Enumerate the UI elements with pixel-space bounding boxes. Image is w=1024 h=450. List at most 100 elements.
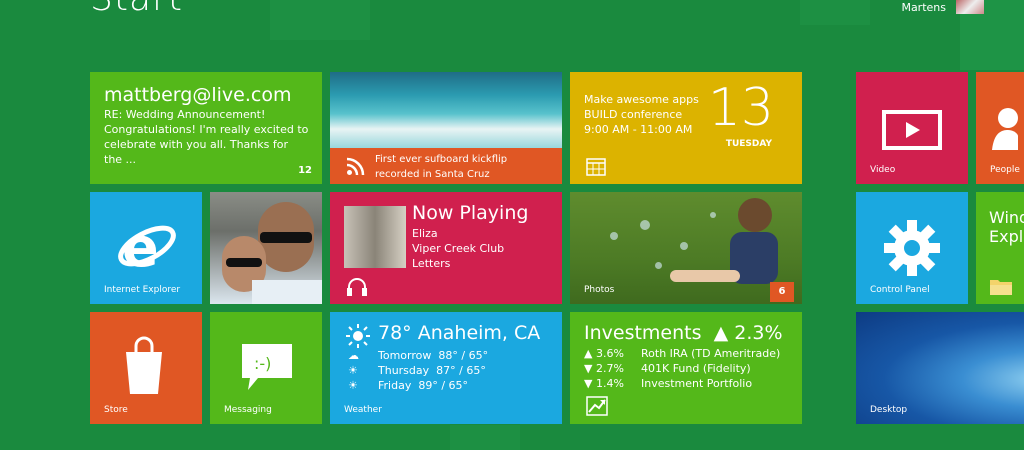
holding-row: ▲ 3.6% Roth IRA (TD Ameritrade) bbox=[584, 347, 780, 360]
mail-preview: Congratulations! I'm really excited to c… bbox=[104, 123, 309, 166]
background-block bbox=[270, 0, 370, 40]
calendar-event-line: Make awesome apps bbox=[584, 93, 699, 106]
holding-name: Investment Portfolio bbox=[641, 377, 753, 390]
user-account[interactable]: Martens bbox=[901, 0, 984, 14]
video-tile[interactable]: Video bbox=[856, 72, 968, 184]
bubble bbox=[655, 262, 662, 269]
forecast-temps: 87° / 65° bbox=[436, 364, 486, 377]
chart-up-icon bbox=[586, 396, 608, 416]
child-legs bbox=[670, 270, 740, 282]
investments-change: ▲ 2.3% bbox=[713, 322, 783, 344]
forecast-temps: 89° / 65° bbox=[418, 379, 469, 392]
speech-bubble-icon: :-) bbox=[242, 344, 292, 390]
news-caption-line: First ever sufboard kickflip bbox=[375, 154, 508, 165]
internet-explorer-tile[interactable]: e Internet Explorer bbox=[90, 192, 202, 304]
child bbox=[738, 198, 772, 232]
store-tile[interactable]: Store bbox=[90, 312, 202, 424]
ie-label: Internet Explorer bbox=[104, 285, 181, 295]
shirt bbox=[252, 280, 322, 304]
people-photo-tile[interactable] bbox=[210, 192, 322, 304]
messaging-tile[interactable]: :-) Messaging bbox=[210, 312, 322, 424]
forecast-day: Friday bbox=[378, 379, 412, 392]
bubble bbox=[610, 232, 618, 240]
shopping-bag-icon bbox=[126, 336, 162, 394]
windows-explorer-label: Wind Explo bbox=[989, 208, 1024, 246]
holding-change: ▼ 1.4% bbox=[584, 377, 624, 390]
sunglasses bbox=[260, 232, 312, 243]
news-caption-line: recorded in Santa Cruz bbox=[375, 169, 490, 180]
photos-label: Photos bbox=[584, 285, 615, 295]
video-label: Video bbox=[870, 165, 896, 175]
holding-change: ▲ 3.6% bbox=[584, 347, 624, 360]
desktop-label: Desktop bbox=[870, 405, 908, 415]
photos-tile[interactable]: Photos 6 bbox=[570, 192, 802, 304]
mail-subject: RE: Wedding Announcement! bbox=[104, 108, 266, 121]
forecast-row: Tomorrow 88° / 65° bbox=[378, 348, 488, 363]
weather-label: Weather bbox=[344, 405, 382, 415]
mail-count-badge: 12 bbox=[298, 165, 312, 176]
surf-photo bbox=[330, 72, 562, 148]
background-block bbox=[450, 425, 520, 450]
people-tile[interactable]: People bbox=[976, 72, 1024, 184]
mail-tile[interactable]: mattberg@live.com RE: Wedding Announceme… bbox=[90, 72, 322, 184]
holding-name: 401K Fund (Fidelity) bbox=[641, 362, 751, 375]
calendar-tile[interactable]: Make awesome apps BUILD conference 9:00 … bbox=[570, 72, 802, 184]
calendar-event-line: 9:00 AM - 11:00 AM bbox=[584, 123, 693, 136]
investments-title: Investments bbox=[584, 322, 702, 344]
control-panel-tile[interactable]: Control Panel bbox=[856, 192, 968, 304]
page-title: Start bbox=[90, 0, 183, 19]
weather-current: 78° Anaheim, CA bbox=[378, 322, 541, 344]
weather-forecast: Tomorrow 88° / 65° Thursday 87° / 65° Fr… bbox=[378, 348, 488, 393]
avatar bbox=[956, 0, 984, 14]
forecast-day: Tomorrow bbox=[378, 349, 432, 362]
bubble bbox=[640, 220, 650, 230]
cloud-icon: ☁ bbox=[348, 349, 359, 362]
windows-explorer-label-line: Explo bbox=[989, 227, 1024, 246]
news-tile[interactable]: First ever sufboard kickflip recorded in… bbox=[330, 72, 562, 184]
folder-icon bbox=[990, 280, 1012, 295]
weather-tile[interactable]: 78° Anaheim, CA ☁ ☀ ☀ Tomorrow 88° / 65°… bbox=[330, 312, 562, 424]
windows-explorer-tile[interactable]: Wind Explo bbox=[976, 192, 1024, 304]
investments-tile[interactable]: Investments ▲ 2.3% ▲ 3.6% Roth IRA (TD Am… bbox=[570, 312, 802, 424]
play-icon bbox=[882, 110, 942, 150]
holding-row: ▼ 1.4% Investment Portfolio bbox=[584, 377, 752, 390]
background-block bbox=[800, 0, 870, 25]
holding-name: Roth IRA (TD Ameritrade) bbox=[641, 347, 781, 360]
news-caption: First ever sufboard kickflip recorded in… bbox=[375, 152, 507, 182]
photos-count-badge: 6 bbox=[770, 282, 794, 302]
holding-row: ▼ 2.7% 401K Fund (Fidelity) bbox=[584, 362, 751, 375]
forecast-day: Thursday bbox=[378, 364, 430, 377]
album-name: Viper Creek Club bbox=[412, 242, 505, 255]
now-playing-info: Eliza Viper Creek Club Letters bbox=[412, 226, 504, 271]
ie-icon: e bbox=[118, 216, 176, 276]
forecast-row: Thursday 87° / 65° bbox=[378, 363, 488, 378]
forecast-temps: 88° / 65° bbox=[438, 349, 489, 362]
headphones-icon bbox=[347, 278, 367, 296]
control-panel-label: Control Panel bbox=[870, 285, 930, 295]
bubble bbox=[680, 242, 688, 250]
sunglasses bbox=[226, 258, 262, 267]
people-label: People bbox=[990, 165, 1020, 175]
calendar-day: TUESDAY bbox=[725, 139, 772, 149]
sun-icon: ☀ bbox=[348, 379, 358, 392]
windows-explorer-label-line: Wind bbox=[989, 208, 1024, 227]
desktop-tile[interactable]: Desktop bbox=[856, 312, 1024, 424]
person-icon bbox=[992, 108, 1018, 150]
calendar-icon bbox=[586, 158, 606, 176]
mail-address: mattberg@live.com bbox=[104, 84, 292, 106]
rss-icon bbox=[346, 157, 365, 176]
album-art bbox=[344, 206, 406, 268]
now-playing-title: Now Playing bbox=[412, 202, 529, 224]
store-label: Store bbox=[104, 405, 128, 415]
forecast-icons: ☁ ☀ ☀ bbox=[348, 348, 359, 393]
sun-icon: ☀ bbox=[348, 364, 358, 377]
forecast-row: Friday 89° / 65° bbox=[378, 378, 488, 393]
artist-name: Eliza bbox=[412, 227, 438, 240]
calendar-event: Make awesome apps BUILD conference 9:00 … bbox=[584, 92, 699, 137]
music-tile[interactable]: Now Playing Eliza Viper Creek Club Lette… bbox=[330, 192, 562, 304]
calendar-date-number: 13 bbox=[707, 78, 774, 138]
calendar-event-line: BUILD conference bbox=[584, 108, 683, 121]
gear-icon bbox=[884, 220, 940, 276]
messaging-label: Messaging bbox=[224, 405, 272, 415]
svg-text::-): :-) bbox=[254, 354, 271, 373]
